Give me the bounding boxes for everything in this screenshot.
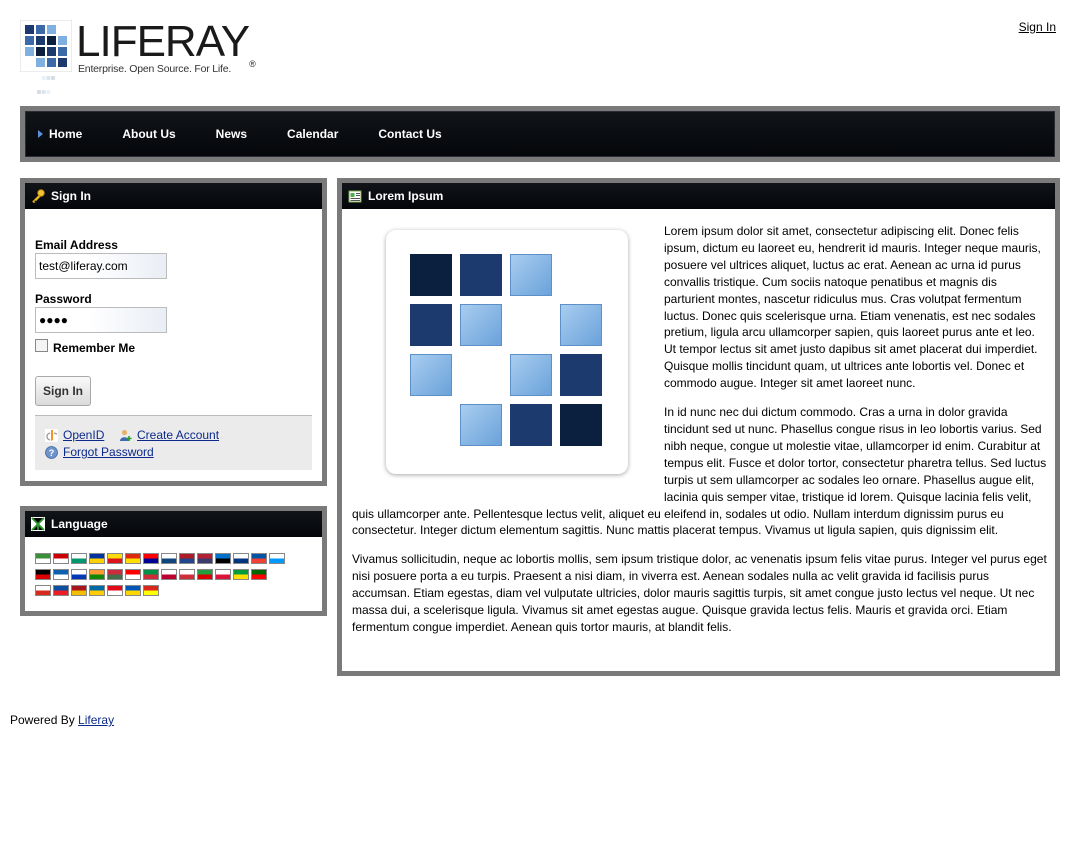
nav-item-about-us[interactable]: About Us	[122, 127, 175, 141]
create-account-link[interactable]: Create Account	[119, 428, 219, 442]
remember-me-label: Remember Me	[53, 341, 136, 355]
language-flag-icon[interactable]	[71, 585, 87, 596]
language-flag-icon[interactable]	[215, 569, 231, 580]
language-flag-icon[interactable]	[53, 585, 69, 596]
nav-menu: Home About Us News Calendar Contact Us	[25, 111, 1055, 157]
language-flag-icon[interactable]	[89, 585, 105, 596]
language-flag-icon[interactable]	[71, 553, 87, 564]
email-label: Email Address	[35, 238, 118, 252]
article-body: Lorem ipsum dolor sit amet, consectetur …	[352, 223, 1050, 648]
language-flag-icon[interactable]	[35, 569, 51, 580]
portlet-title-bar: Sign In	[25, 183, 322, 209]
nav-item-label: Contact Us	[378, 127, 442, 141]
lorem-ipsum-portlet: Lorem Ipsum Lorem ipsum dolor sit amet, …	[337, 178, 1060, 676]
language-flag-icon[interactable]	[143, 553, 159, 564]
language-icon	[31, 517, 45, 531]
help-icon: ?	[45, 445, 58, 459]
language-flag-icon[interactable]	[89, 553, 105, 564]
liferay-logo[interactable]: LIFERAY® Enterprise. Open Source. For Li…	[20, 18, 256, 98]
language-flag-icon[interactable]	[125, 553, 141, 564]
language-flag-icon[interactable]	[251, 553, 267, 564]
language-flag-icon[interactable]	[35, 585, 51, 596]
nav-item-label: News	[215, 127, 248, 141]
key-icon	[32, 189, 45, 203]
password-field[interactable]	[35, 307, 167, 333]
language-flag-icon[interactable]	[197, 553, 213, 564]
language-flag-icon[interactable]	[179, 553, 195, 564]
article-paragraph: Vivamus sollicitudin, neque ac lobortis …	[352, 552, 1047, 634]
language-flag-icon[interactable]	[107, 553, 123, 564]
language-flag-icon[interactable]	[125, 569, 141, 580]
portlet-title: Sign In	[51, 189, 91, 203]
svg-text:?: ?	[49, 448, 55, 458]
portlet-title: Language	[51, 517, 108, 531]
sign-in-portlet: Sign In Email Address Password Remember …	[20, 178, 327, 486]
logo-wordmark: LIFERAY®	[76, 17, 256, 70]
nav-item-label: Calendar	[287, 127, 339, 141]
navigation-bar: Home About Us News Calendar Contact Us	[20, 106, 1060, 162]
language-flags	[35, 553, 307, 601]
language-flag-icon[interactable]	[215, 553, 231, 564]
language-flag-icon[interactable]	[161, 553, 177, 564]
portlet-title-bar: Lorem Ipsum	[342, 183, 1055, 209]
article-icon	[348, 190, 362, 203]
forgot-password-link[interactable]: ? Forgot Password	[45, 445, 154, 459]
language-portlet: Language	[20, 506, 327, 616]
add-user-icon	[120, 429, 132, 441]
email-field[interactable]	[35, 253, 167, 279]
language-flag-icon[interactable]	[143, 569, 159, 580]
content-portlet-body: Lorem Ipsum Lorem ipsum dolor sit amet, …	[342, 183, 1055, 671]
language-portlet-body: Language	[25, 511, 322, 611]
language-flag-icon[interactable]	[251, 569, 267, 580]
language-flag-icon[interactable]	[269, 553, 285, 564]
nav-item-home[interactable]: Home	[38, 127, 82, 141]
language-flag-icon[interactable]	[233, 553, 249, 564]
nav-item-label: Home	[49, 127, 83, 141]
powered-by-text: Powered By	[10, 713, 75, 727]
link-label: Create Account	[137, 428, 220, 442]
remember-me-checkbox[interactable]	[35, 339, 48, 352]
language-flag-icon[interactable]	[53, 553, 69, 564]
logo-reflection	[37, 76, 55, 94]
language-flag-icon[interactable]	[125, 585, 141, 596]
link-label: OpenID	[63, 428, 105, 442]
language-flag-icon[interactable]	[53, 569, 69, 580]
footer: Powered By Liferay	[10, 713, 114, 727]
sign-in-links: OpenID Create Account ? Forgot Password	[35, 415, 312, 470]
sign-in-portlet-body: Sign In Email Address Password Remember …	[25, 183, 322, 481]
nav-item-news[interactable]: News	[216, 127, 247, 141]
language-flag-icon[interactable]	[107, 569, 123, 580]
language-flag-icon[interactable]	[143, 585, 159, 596]
language-flag-icon[interactable]	[107, 585, 123, 596]
active-arrow-icon	[38, 130, 43, 138]
nav-item-contact-us[interactable]: Contact Us	[378, 127, 441, 141]
password-label: Password	[35, 292, 92, 306]
portlet-title-bar: Language	[25, 511, 322, 537]
header-sign-in-link[interactable]: Sign In	[1019, 20, 1056, 34]
language-flag-icon[interactable]	[233, 569, 249, 580]
language-flag-icon[interactable]	[71, 569, 87, 580]
language-flag-icon[interactable]	[89, 569, 105, 580]
liferay-link[interactable]: Liferay	[78, 713, 114, 727]
nav-item-label: About Us	[122, 127, 176, 141]
sign-in-button[interactable]: Sign In	[35, 376, 91, 406]
portlet-title: Lorem Ipsum	[368, 189, 444, 203]
language-flag-icon[interactable]	[35, 553, 51, 564]
link-label: Forgot Password	[63, 445, 154, 459]
language-flag-icon[interactable]	[161, 569, 177, 580]
language-flag-icon[interactable]	[179, 569, 195, 580]
openid-link[interactable]: OpenID	[45, 428, 104, 442]
logo-mark-icon	[20, 20, 72, 72]
logo-tagline: Enterprise. Open Source. For Life.	[78, 63, 232, 75]
language-flag-icon[interactable]	[197, 569, 213, 580]
openid-icon	[45, 428, 58, 442]
nav-item-calendar[interactable]: Calendar	[287, 127, 338, 141]
